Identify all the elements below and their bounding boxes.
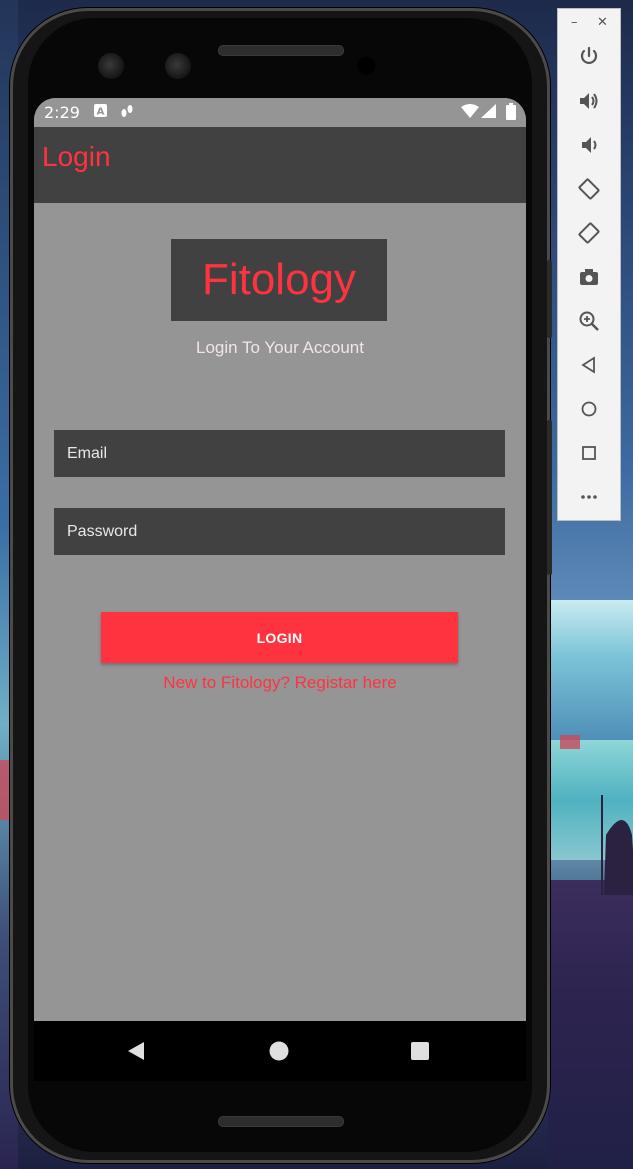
logo-text: Fitology xyxy=(201,255,357,304)
login-button-label: LOGIN xyxy=(256,629,303,646)
home-icon[interactable] xyxy=(577,397,601,421)
status-time: 2:29 xyxy=(44,103,80,122)
svg-text:A: A xyxy=(97,107,105,118)
zoom-icon[interactable] xyxy=(577,309,601,333)
back-icon[interactable] xyxy=(126,1041,146,1061)
emulator-toolbar: – ✕ xyxy=(557,8,621,521)
bottom-speaker xyxy=(218,1116,344,1127)
page-title: Login xyxy=(42,141,111,172)
navigation-bar xyxy=(34,1021,526,1081)
front-camera-lens-2 xyxy=(165,53,191,79)
password-placeholder: Password xyxy=(67,522,138,540)
email-placeholder: Email xyxy=(67,444,108,462)
device-screen: 2:29 A Login Fitology Login To Your Acco… xyxy=(34,98,526,1081)
login-form: Fitology Login To Your Account Email Pas… xyxy=(34,203,526,1021)
sensor-dot xyxy=(357,57,375,75)
earpiece-speaker xyxy=(218,45,344,56)
a-notification-icon: A xyxy=(94,104,107,117)
front-camera-lens xyxy=(98,53,124,79)
recents-icon[interactable] xyxy=(410,1041,430,1061)
login-subtitle: Login To Your Account xyxy=(196,338,364,357)
wallpaper-figure xyxy=(601,795,633,895)
volume-side-button[interactable] xyxy=(547,420,552,575)
camera-icon[interactable] xyxy=(577,265,601,289)
close-icon[interactable]: ✕ xyxy=(597,15,608,30)
back-icon[interactable] xyxy=(577,353,601,377)
password-field[interactable]: Password xyxy=(54,508,505,555)
wifi-icon xyxy=(461,104,479,118)
register-link[interactable]: New to Fitology? Registar here xyxy=(34,673,526,693)
rotate-right-icon[interactable] xyxy=(577,221,601,245)
power-icon[interactable] xyxy=(577,45,601,69)
minimize-icon[interactable]: – xyxy=(571,15,578,30)
email-field[interactable]: Email xyxy=(54,430,505,477)
wallpaper-hills xyxy=(548,880,633,1169)
rotate-left-icon[interactable] xyxy=(577,177,601,201)
wallpaper-trees xyxy=(560,735,580,749)
login-button[interactable]: LOGIN xyxy=(101,612,458,663)
app-bar: Login xyxy=(34,127,526,203)
volume-up-icon[interactable] xyxy=(577,89,601,113)
cell-signal-icon xyxy=(481,104,496,118)
wallpaper-ridge xyxy=(548,600,633,740)
more-icon[interactable] xyxy=(577,485,601,509)
home-icon[interactable] xyxy=(269,1041,289,1061)
footsteps-icon xyxy=(121,105,133,117)
power-side-button[interactable] xyxy=(547,260,552,338)
overview-icon[interactable] xyxy=(577,441,601,465)
volume-down-icon[interactable] xyxy=(577,133,601,157)
status-bar: 2:29 A xyxy=(34,98,526,127)
battery-icon xyxy=(506,103,516,120)
app-logo: Fitology xyxy=(171,239,387,321)
